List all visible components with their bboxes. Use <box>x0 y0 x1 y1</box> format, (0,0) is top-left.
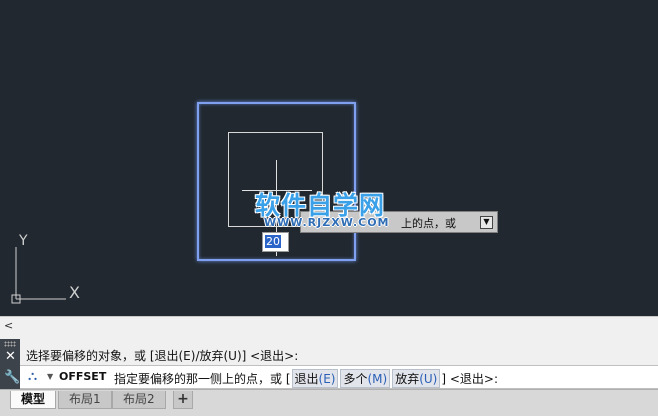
down-arrow-icon[interactable]: ▼ <box>480 216 493 229</box>
tab-model[interactable]: 模型 <box>10 391 57 409</box>
ucs-x-label: X <box>69 283 80 302</box>
option-multiple-label: 多个 <box>343 372 368 386</box>
prompt-suffix: ] <退出>: <box>441 372 499 386</box>
option-undo-key: (U) <box>419 372 438 386</box>
tooltip-text: 上的点，或 <box>401 217 456 230</box>
watermark-url: WWW.RJZXW.COM <box>264 216 390 229</box>
prompt-prefix: 指定要偏移的那一侧上的点，或 [ <box>114 372 291 386</box>
command-line-grip[interactable]: ✕ 🔧 <box>0 339 20 389</box>
close-icon[interactable]: ✕ <box>5 349 16 364</box>
command-prompt: 指定要偏移的那一侧上的点，或 [退出(E) 多个(M) 放弃(U)] <退出>: <box>114 369 498 388</box>
add-layout-button[interactable]: + <box>173 391 193 409</box>
command-name: OFFSET <box>59 370 107 383</box>
option-multiple[interactable]: 多个(M) <box>340 369 391 388</box>
option-undo[interactable]: 放弃(U) <box>392 369 441 388</box>
tab-layout1[interactable]: 布局1 <box>58 391 112 409</box>
grip-handle-icon[interactable] <box>4 341 16 347</box>
dynamic-input-field[interactable]: 20 <box>262 232 289 252</box>
chevron-down-icon[interactable]: ▼ <box>47 372 53 381</box>
dynamic-input-value[interactable]: 20 <box>265 235 281 248</box>
option-undo-label: 放弃 <box>395 372 420 386</box>
option-exit[interactable]: 退出(E) <box>291 369 339 388</box>
ucs-icon: Y X <box>11 233 80 304</box>
option-exit-label: 退出 <box>294 372 319 386</box>
tab-layout2[interactable]: 布局2 <box>112 391 166 409</box>
option-exit-key: (E) <box>318 372 336 386</box>
offset-command-icon[interactable]: ⛬ <box>28 369 37 384</box>
option-multiple-key: (M) <box>367 372 388 386</box>
layout-tab-bar: 模型 布局1 布局2 + <box>0 389 658 416</box>
drawing-canvas[interactable]: 上的点，或 ▼ 软件自学网 WWW.RJZXW.COM 20 Y X <box>0 0 658 316</box>
ucs-y-label: Y <box>18 233 28 249</box>
command-history-line: 选择要偏移的对象，或 [退出(E)/放弃(U)] <退出>: <box>26 349 299 363</box>
wrench-icon[interactable]: 🔧 <box>4 370 20 385</box>
collapse-history-button[interactable]: < <box>4 319 13 332</box>
command-input-line[interactable]: ⛬ ▼ OFFSET 指定要偏移的那一侧上的点，或 [退出(E) 多个(M) 放弃(… <box>20 365 658 389</box>
